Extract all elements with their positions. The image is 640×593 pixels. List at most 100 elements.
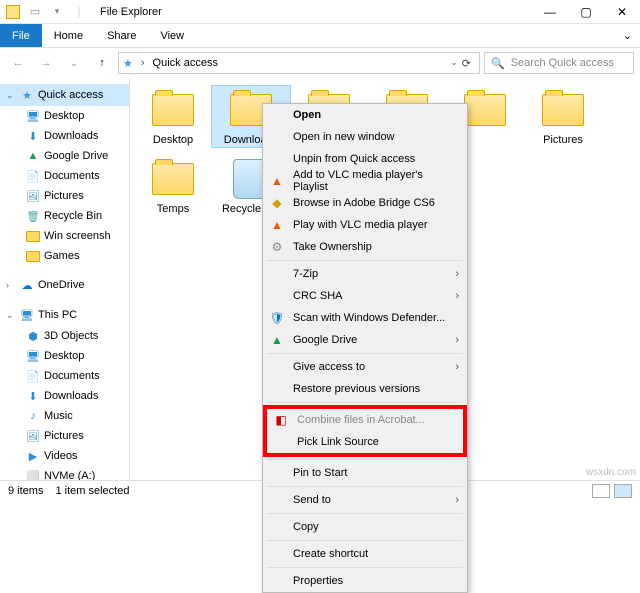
highlight-annotation: ◧Combine files in Acrobat... Pick Link S… [263,405,467,457]
sidebar-item-downloads-pc[interactable]: ⬇Downloads [0,386,129,406]
qat-separator: | [70,3,88,21]
sidebar-item-games[interactable]: Games [0,246,129,266]
chevron-right-icon[interactable]: › [141,57,145,69]
sidebar-item-pictures-pc[interactable]: 🖼Pictures [0,426,129,446]
sidebar-item-desktop-pc[interactable]: 🖥Desktop [0,346,129,366]
search-input[interactable]: 🔍 Search Quick access [484,52,634,74]
ctx-copy[interactable]: Copy [263,516,467,538]
downloads-icon: ⬇ [26,389,40,403]
sidebar-item-music[interactable]: ♪Music [0,406,129,426]
icons-view-icon[interactable] [614,484,632,498]
pc-icon: 🖥 [20,308,34,322]
sidebar-item-3d-objects[interactable]: ⬢3D Objects [0,326,129,346]
folder-icon [4,3,22,21]
chevron-right-icon: › [455,334,459,346]
breadcrumb-location[interactable]: Quick access [153,57,218,69]
ctx-bridge[interactable]: ◆Browse in Adobe Bridge CS6 [263,192,467,214]
collapse-icon[interactable]: ⌄ [6,310,16,321]
recent-dropdown-icon[interactable]: ⌄ [62,51,86,75]
sidebar-item-win-screensh[interactable]: Win screensh [0,226,129,246]
sidebar-item-onedrive[interactable]: ›☁OneDrive [0,274,129,296]
file-item[interactable]: Desktop [134,86,212,147]
status-selected: 1 item selected [55,485,129,497]
folder-icon [149,159,197,199]
documents-icon: 📄 [26,369,40,383]
dropdown-icon[interactable]: ⌄ [450,57,458,70]
file-label: Pictures [524,134,602,147]
star-icon: ★ [20,88,34,102]
ctx-vlc-add[interactable]: ▲Add to VLC media player's Playlist [263,170,467,192]
sidebar-item-videos[interactable]: ▶Videos [0,446,129,466]
forward-button[interactable]: → [34,51,58,75]
ctx-defender[interactable]: 🛡Scan with Windows Defender... [263,307,467,329]
ctx-properties[interactable]: Properties [263,570,467,592]
breadcrumb[interactable]: ★ › Quick access ⌄ ⟳ [118,52,480,74]
expand-icon[interactable]: › [6,280,16,290]
navigation-pane: ⌄ ★ Quick access 🖥Desktop ⬇Downloads ▲Go… [0,78,130,480]
downloads-icon: ⬇ [26,129,40,143]
documents-icon: 📄 [26,169,40,183]
cloud-icon: ☁ [20,278,34,292]
maximize-button[interactable]: ▢ [568,0,604,24]
qat-item[interactable]: ▭ [26,3,44,21]
sidebar-item-documents[interactable]: 📄Documents [0,166,129,186]
sidebar-item-nvme[interactable]: ⬜NVMe (A:) [0,466,129,480]
close-button[interactable]: ✕ [604,0,640,24]
folder-icon [26,229,40,243]
recycle-bin-icon: 🗑 [26,209,40,223]
ctx-combine-acrobat[interactable]: ◧Combine files in Acrobat... [267,409,463,431]
desktop-icon: 🖥 [26,109,40,123]
separator [267,353,463,354]
search-placeholder: Search Quick access [511,57,614,69]
ctx-pick-link-source[interactable]: Pick Link Source [267,431,463,453]
sidebar-item-desktop[interactable]: 🖥Desktop [0,106,129,126]
sidebar-item-documents-pc[interactable]: 📄Documents [0,366,129,386]
ctx-crc-sha[interactable]: CRC SHA› [263,285,467,307]
ctx-7zip[interactable]: 7-Zip› [263,263,467,285]
file-item[interactable]: Pictures [524,86,602,147]
back-button[interactable]: ← [6,51,30,75]
ctx-send-to[interactable]: Send to› [263,489,467,511]
gdrive-icon: ▲ [269,332,285,348]
file-item[interactable]: Temps [134,155,212,229]
sidebar-item-recycle-bin[interactable]: 🗑Recycle Bin [0,206,129,226]
qat-dropdown-icon[interactable]: ▾ [48,3,66,21]
ctx-give-access[interactable]: Give access to› [263,356,467,378]
separator [267,459,463,460]
up-button[interactable]: ↑ [90,51,114,75]
tab-share[interactable]: Share [95,24,148,47]
tab-file[interactable]: File [0,24,42,47]
details-view-icon[interactable] [592,484,610,498]
ribbon-expand-icon[interactable]: ⌄ [615,29,640,42]
file-label: Desktop [134,134,212,147]
refresh-icon[interactable]: ⟳ [462,57,471,70]
folder-icon [461,90,509,130]
tab-home[interactable]: Home [42,24,95,47]
desktop-icon: 🖥 [26,349,40,363]
ctx-open[interactable]: Open [263,104,467,126]
sidebar-item-quick-access[interactable]: ⌄ ★ Quick access [0,84,129,106]
folder-icon [539,90,587,130]
sidebar-item-google-drive[interactable]: ▲Google Drive [0,146,129,166]
ctx-pin-start[interactable]: Pin to Start [263,462,467,484]
tab-view[interactable]: View [148,24,196,47]
ctx-take-ownership[interactable]: ⚙Take Ownership [263,236,467,258]
collapse-icon[interactable]: ⌄ [6,90,16,101]
ctx-unpin[interactable]: Unpin from Quick access [263,148,467,170]
chevron-right-icon: › [455,268,459,280]
ctx-gdrive[interactable]: ▲Google Drive› [263,329,467,351]
3d-icon: ⬢ [26,329,40,343]
sidebar-item-downloads[interactable]: ⬇Downloads [0,126,129,146]
drive-icon: ⬜ [26,469,40,480]
ctx-restore[interactable]: Restore previous versions [263,378,467,400]
folder-icon [149,90,197,130]
ctx-shortcut[interactable]: Create shortcut [263,543,467,565]
separator [267,260,463,261]
sidebar-item-this-pc[interactable]: ⌄🖥This PC [0,304,129,326]
file-label: Temps [134,203,212,216]
chevron-right-icon: › [455,494,459,506]
minimize-button[interactable]: — [532,0,568,24]
sidebar-item-pictures[interactable]: 🖼Pictures [0,186,129,206]
ctx-open-new-window[interactable]: Open in new window [263,126,467,148]
ctx-vlc-play[interactable]: ▲Play with VLC media player [263,214,467,236]
